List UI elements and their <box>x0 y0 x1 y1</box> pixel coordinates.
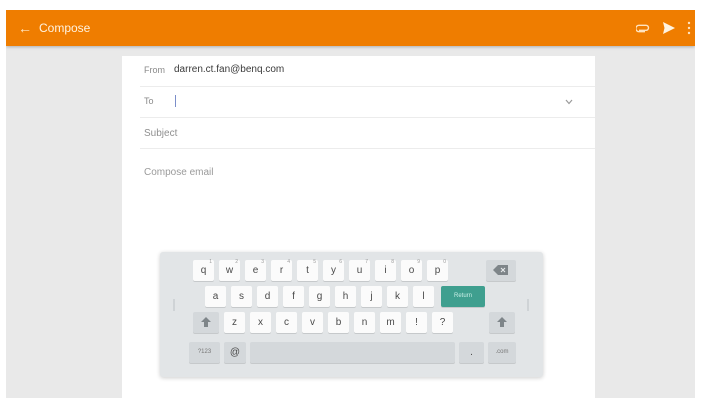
key-x[interactable]: x <box>250 312 271 333</box>
key-y[interactable]: 6y <box>323 259 344 281</box>
key-s[interactable]: s <box>231 286 252 307</box>
space-key[interactable] <box>250 342 455 363</box>
from-row: From darren.ct.fan@benq.com <box>140 56 595 87</box>
key-r[interactable]: 4r <box>271 259 292 281</box>
dotcom-key[interactable]: .com <box>488 342 516 363</box>
from-value: darren.ct.fan@benq.com <box>174 64 285 75</box>
key-e[interactable]: 3e <box>245 259 266 281</box>
shift-icon <box>201 317 211 327</box>
send-icon[interactable] <box>662 20 676 36</box>
key-d[interactable]: d <box>257 286 278 307</box>
keyboard-grip-left[interactable] <box>173 299 175 311</box>
key-h[interactable]: h <box>335 286 356 307</box>
to-field[interactable]: To <box>140 87 595 118</box>
compose-screen: ← Compose From darren.ct.fan@benq.com To <box>6 10 695 398</box>
subject-field[interactable]: Subject <box>140 118 595 149</box>
key-m[interactable]: m <box>380 312 401 333</box>
key-q[interactable]: 1q <box>193 259 214 281</box>
shift-left-key[interactable] <box>193 312 219 333</box>
key-exclamation[interactable]: ! <box>406 312 427 333</box>
keyboard-grip-right[interactable] <box>527 299 529 311</box>
key-l[interactable]: l <box>413 286 434 307</box>
attach-icon[interactable] <box>636 21 650 35</box>
arrow-left-icon[interactable]: ← <box>16 19 34 37</box>
key-a[interactable]: a <box>205 286 226 307</box>
page-title: Compose <box>39 21 91 35</box>
key-i[interactable]: 8i <box>375 259 396 281</box>
key-g[interactable]: g <box>309 286 330 307</box>
key-question[interactable]: ? <box>432 312 453 333</box>
return-key[interactable]: Return <box>441 286 485 307</box>
key-u[interactable]: 7u <box>349 259 370 281</box>
at-key[interactable]: @ <box>224 342 246 363</box>
shift-right-key[interactable] <box>489 312 515 333</box>
from-label: From <box>144 65 165 75</box>
body-field[interactable]: Compose email <box>144 167 213 178</box>
key-j[interactable]: j <box>361 286 382 307</box>
text-cursor <box>175 95 176 107</box>
onscreen-keyboard: 1q 2w 3e 4r 5t 6y 7u 8i 9o 0p a s d f g … <box>160 252 543 377</box>
subject-placeholder: Subject <box>144 128 178 139</box>
backspace-icon <box>493 265 508 275</box>
app-bar: ← Compose <box>6 10 695 46</box>
key-f[interactable]: f <box>283 286 304 307</box>
key-z[interactable]: z <box>224 312 245 333</box>
backspace-key[interactable] <box>486 260 516 281</box>
key-k[interactable]: k <box>387 286 408 307</box>
period-key[interactable]: . <box>459 342 484 363</box>
key-n[interactable]: n <box>354 312 375 333</box>
key-t[interactable]: 5t <box>297 259 318 281</box>
symbols-key[interactable]: ?123 <box>189 342 220 363</box>
chevron-down-icon[interactable] <box>565 99 573 105</box>
key-p[interactable]: 0p <box>427 259 448 281</box>
key-o[interactable]: 9o <box>401 259 422 281</box>
key-c[interactable]: c <box>276 312 297 333</box>
key-w[interactable]: 2w <box>219 259 240 281</box>
key-v[interactable]: v <box>302 312 323 333</box>
shift-icon <box>497 317 507 327</box>
to-label: To <box>144 96 154 106</box>
more-vertical-icon[interactable] <box>686 20 692 36</box>
key-b[interactable]: b <box>328 312 349 333</box>
